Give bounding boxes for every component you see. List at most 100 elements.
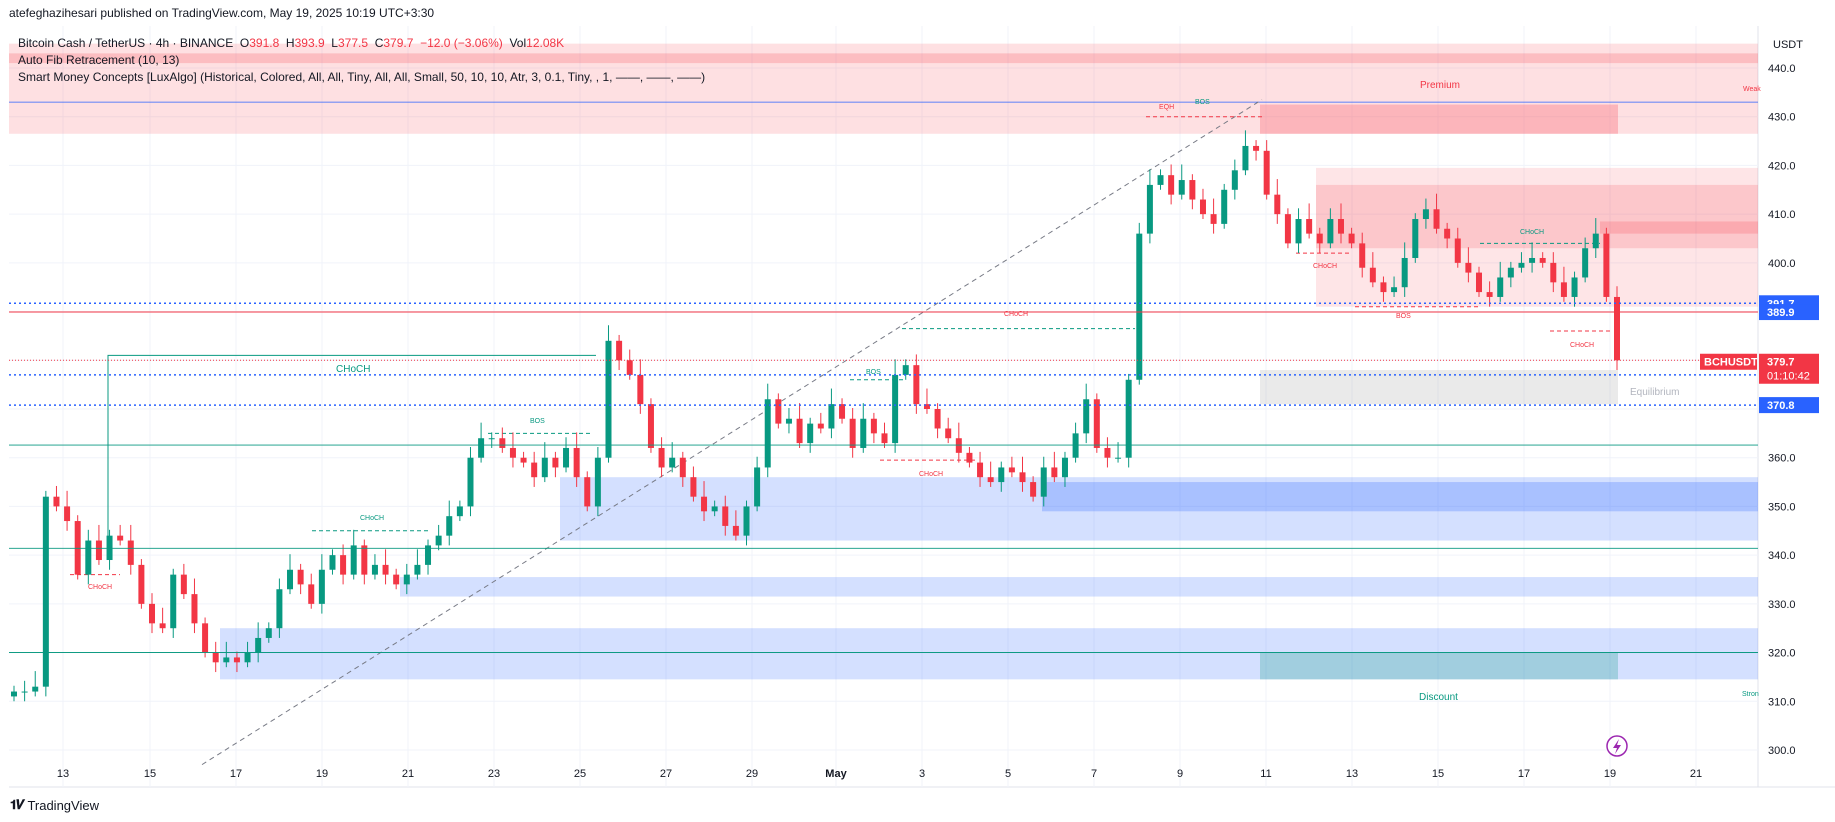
candle-body (446, 516, 453, 536)
candle-body (403, 574, 410, 585)
candle-body (1560, 282, 1567, 297)
candle-body (1539, 257, 1546, 263)
candle-body (1337, 219, 1344, 234)
candle-body (1327, 219, 1334, 244)
candle-body (1401, 257, 1408, 288)
candle-body (180, 574, 187, 595)
x-tick-label: 17 (1518, 768, 1530, 780)
bullish-ob-2 (1042, 482, 1758, 512)
candle-body (839, 404, 846, 419)
candle-body (1115, 457, 1122, 459)
candle-body (1061, 457, 1068, 478)
candle-body (1274, 194, 1281, 215)
candle-body (1465, 262, 1472, 273)
choch-line-left (107, 354, 596, 551)
candle-body (1444, 228, 1451, 239)
bos-label-4: BOS (1396, 313, 1411, 320)
candle-body (1592, 233, 1599, 249)
y-tick-label: 350.0 (1768, 501, 1796, 513)
x-tick-label: 3 (919, 768, 925, 780)
candle-body (159, 623, 166, 629)
badge-389-9: 389.9 (1767, 307, 1795, 319)
candle-body (170, 574, 177, 629)
bos-label-2: BOS (530, 418, 545, 425)
candle-body (966, 452, 973, 463)
candle-body (1093, 399, 1100, 448)
candle-body (329, 555, 336, 570)
candle-body (1019, 472, 1026, 483)
candle-body (1550, 262, 1557, 283)
candle-body (647, 404, 654, 448)
bos-label-top: BOS (1195, 99, 1210, 106)
lightning-icon[interactable] (1606, 735, 1628, 757)
candle-body (308, 584, 315, 604)
y-tick-label: 400.0 (1768, 258, 1796, 270)
candle-body (775, 399, 782, 424)
choch-label-2: CHoCH (360, 515, 384, 522)
discount-zone (1260, 652, 1618, 680)
candle-body (722, 506, 729, 526)
badge-370-8: 370.8 (1767, 400, 1795, 412)
candle-body (1497, 277, 1504, 297)
x-tick-label: 25 (574, 768, 586, 780)
bearish-ob-right (1600, 221, 1758, 234)
candle-body (435, 535, 442, 546)
indicator-smc[interactable]: Smart Money Concepts [LuxAlgo] (Historic… (18, 69, 705, 86)
candle-body (1284, 214, 1291, 244)
y-tick-label: 420.0 (1768, 160, 1796, 172)
candle-body (11, 691, 17, 697)
badge-countdown: 01:10:42 (1767, 371, 1810, 383)
candle-body (594, 457, 601, 507)
change-value: −12.0 (−3.06%) (420, 36, 503, 50)
candle-body (828, 404, 835, 429)
candle-body (1475, 272, 1482, 293)
candle-body (701, 496, 708, 512)
price-badges: 391.7389.9377.0370.8379.701:10:42BCHUSDT (1700, 295, 1819, 414)
candle-body (138, 564, 145, 604)
candle-body (1136, 233, 1143, 380)
candle-body (467, 457, 474, 507)
choch-label-6: CHoCH (1520, 229, 1544, 236)
candle-body (573, 447, 580, 478)
candle-body (1422, 209, 1429, 220)
y-tick-label: 300.0 (1768, 745, 1796, 757)
candle-body (1518, 262, 1525, 268)
open-value: 391.8 (249, 36, 280, 50)
candle-body (711, 506, 718, 512)
candle-body (318, 569, 325, 604)
bearish-ob-mid (1316, 184, 1758, 249)
candle-body (32, 686, 39, 692)
candle-body (371, 564, 378, 575)
currency-label[interactable]: USDT (1773, 39, 1803, 51)
choch-label-1: CHoCH (88, 584, 112, 591)
candle-body (361, 545, 368, 575)
candle-body (53, 496, 60, 507)
choch-label-4: CHoCH (1004, 311, 1028, 318)
smc-zones (9, 43, 1758, 680)
symbol-title[interactable]: Bitcoin Cash / TetherUS · 4h · BINANCE (18, 36, 233, 50)
candle-body (616, 340, 623, 361)
candle-body (499, 438, 506, 448)
x-tick-label: 21 (402, 768, 414, 780)
candle-body (817, 423, 824, 429)
x-tick-label: 15 (1432, 768, 1444, 780)
candle-body (1231, 170, 1238, 190)
high-value: 393.9 (294, 36, 325, 50)
candle-body (679, 457, 686, 478)
candle-body (892, 374, 899, 444)
candle-body (1454, 238, 1461, 263)
candle-body (382, 564, 389, 575)
indicator-fib[interactable]: Auto Fib Retracement (10, 13) (18, 52, 705, 69)
candle-body (1199, 199, 1206, 215)
y-tick-label: 340.0 (1768, 550, 1796, 562)
x-axis: 13 15 17 19 21 23 25 27 29 May 3 5 7 9 11 13 15 17 19 21 (57, 768, 1702, 780)
price-chart[interactable]: 300.0310.0320.0330.0340.0350.0360.0370.0… (0, 0, 1835, 822)
candle-body (955, 438, 962, 453)
candle-body (605, 340, 612, 458)
candle-body (1221, 189, 1228, 224)
candle-body (1614, 296, 1620, 361)
tradingview-logo[interactable]: 𝟏𝑽 TradingView (10, 797, 99, 813)
candle-body (658, 447, 665, 468)
candle-body (849, 418, 856, 448)
candle-body (1051, 467, 1058, 478)
